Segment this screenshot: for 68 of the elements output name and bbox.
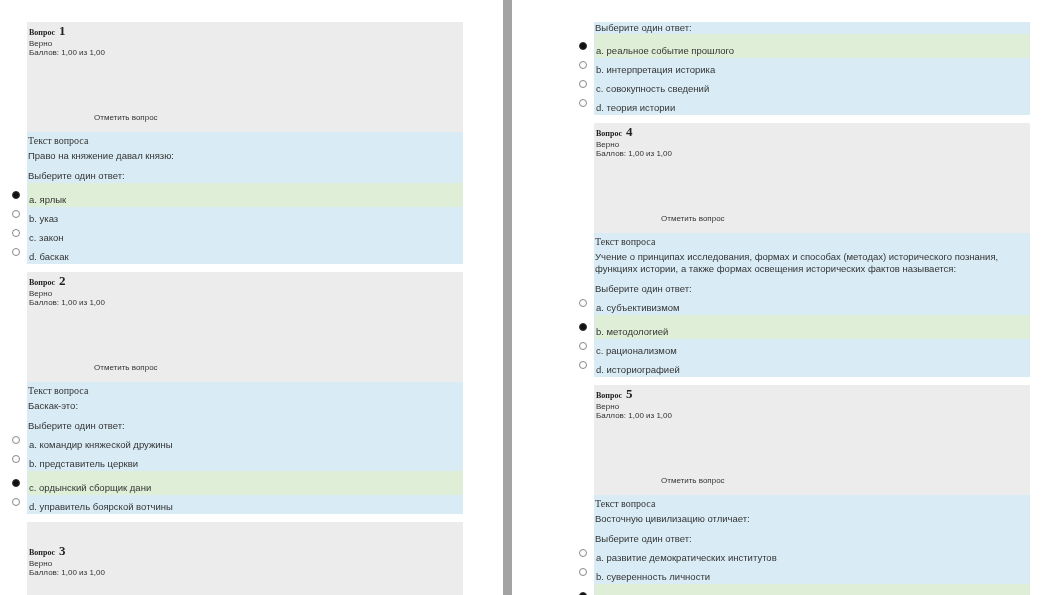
question-text: Право на княжение давал князю:	[27, 149, 175, 163]
answer-option[interactable]: a. развитие демократических институтов	[596, 552, 777, 565]
answer-option[interactable]: b. представитель церкви	[29, 458, 138, 471]
answer-row[interactable]: d. баскак	[28, 245, 463, 264]
answer-row[interactable]: b. представитель церкви	[28, 452, 463, 471]
question-score: Баллов: 1,00 из 1,00	[596, 149, 673, 158]
question-score: Баллов: 1,00 из 1,00	[29, 298, 106, 307]
answer-option[interactable]: c. ордынский сборщик дани	[29, 482, 152, 495]
answer-option[interactable]: a. командир княжеской дружины	[29, 439, 173, 452]
question-status: Верно	[596, 140, 621, 149]
question-status: Верно	[29, 559, 54, 568]
answer-prompt: Выберите один ответ:	[27, 169, 126, 183]
answer-row[interactable]: b. суверенность личности	[595, 565, 1030, 584]
answer-option[interactable]: a. реальное событие прошлого	[596, 45, 735, 58]
answer-option[interactable]: a. субъективизмом	[596, 302, 680, 315]
flag-question-link[interactable]: Отметить вопрос	[94, 363, 158, 372]
answer-prompt: Выберите один ответ:	[594, 282, 693, 296]
answer-row[interactable]: c. закон	[28, 226, 463, 245]
question-title: Вопрос 5	[596, 387, 634, 402]
flag-question-link[interactable]: Отметить вопрос	[661, 476, 725, 485]
answer-row[interactable]: d. теория истории	[595, 96, 1030, 115]
answer-row[interactable]: c. совокупность сведений	[595, 77, 1030, 96]
selected-answer-row[interactable]: a. реальное событие прошлого	[595, 34, 1030, 58]
question-score: Баллов: 1,00 из 1,00	[29, 48, 106, 57]
question-title: Вопрос 4	[596, 125, 634, 140]
question-text-heading: Текст вопроса	[27, 134, 90, 147]
question-status: Верно	[29, 39, 54, 48]
flag-question-link[interactable]: Отметить вопрос	[94, 113, 158, 122]
answer-row[interactable]: a. субъективизмом	[595, 296, 1030, 315]
answer-prompt: Выберите один ответ:	[27, 419, 126, 433]
question-title: Вопрос 1	[29, 24, 67, 39]
answer-row[interactable]: d. историографией	[595, 358, 1030, 377]
question-text: Баскак-это:	[27, 399, 80, 413]
answer-option[interactable]: b. методологией	[596, 326, 669, 339]
answer-row[interactable]: b. интерпретация историка	[595, 58, 1030, 77]
question-text-heading: Текст вопроса	[27, 384, 90, 397]
selected-answer-row[interactable]: a. ярлык	[28, 183, 463, 207]
answer-row[interactable]: a. командир княжеской дружины	[28, 433, 463, 452]
answer-row[interactable]: c. рационализмом	[595, 339, 1030, 358]
question-text-heading: Текст вопроса	[594, 497, 657, 510]
answer-option[interactable]: d. баскак	[29, 251, 69, 264]
answer-option[interactable]: b. суверенность личности	[596, 571, 711, 584]
answer-prompt: Выберите один ответ:	[594, 532, 693, 546]
question-title: Вопрос 3	[29, 544, 67, 559]
question-score: Баллов: 1,00 из 1,00	[29, 568, 106, 577]
question-score: Баллов: 1,00 из 1,00	[596, 411, 673, 420]
answer-option[interactable]: a. ярлык	[29, 194, 67, 207]
answer-option[interactable]: c. рационализмом	[596, 345, 677, 358]
answer-option[interactable]: d. историографией	[596, 364, 680, 377]
answer-prompt: Выберите один ответ:	[594, 22, 693, 34]
question-status: Верно	[29, 289, 54, 298]
answer-option[interactable]: c. совокупность сведений	[596, 83, 710, 96]
question-text: Восточную цивилизацию отличает:	[594, 512, 751, 526]
question-text-heading: Текст вопроса	[594, 235, 657, 248]
question-title: Вопрос 2	[29, 274, 67, 289]
flag-question-link[interactable]: Отметить вопрос	[661, 214, 725, 223]
selected-answer-row[interactable]: b. методологией	[595, 315, 1030, 339]
answer-option[interactable]: c. закон	[29, 232, 64, 245]
answer-option[interactable]: b. интерпретация историка	[596, 64, 716, 77]
answer-row[interactable]: a. развитие демократических институтов	[595, 546, 1030, 565]
question-status: Верно	[596, 402, 621, 411]
answer-option[interactable]: b. указ	[29, 213, 59, 226]
answer-row[interactable]: b. указ	[28, 207, 463, 226]
selected-answer-row[interactable]: c. ордынский сборщик дани	[28, 471, 463, 495]
answer-option[interactable]: d. теория истории	[596, 102, 676, 115]
answer-option[interactable]: d. управитель боярской вотчины	[29, 501, 173, 514]
question-text: Учение о принципах исследования, формах и способах (методах) исторического познания, функциях истории, а также формах освещения исторических фактов называется:	[594, 250, 1000, 276]
answer-row[interactable]: d. управитель боярской вотчины	[28, 495, 463, 514]
